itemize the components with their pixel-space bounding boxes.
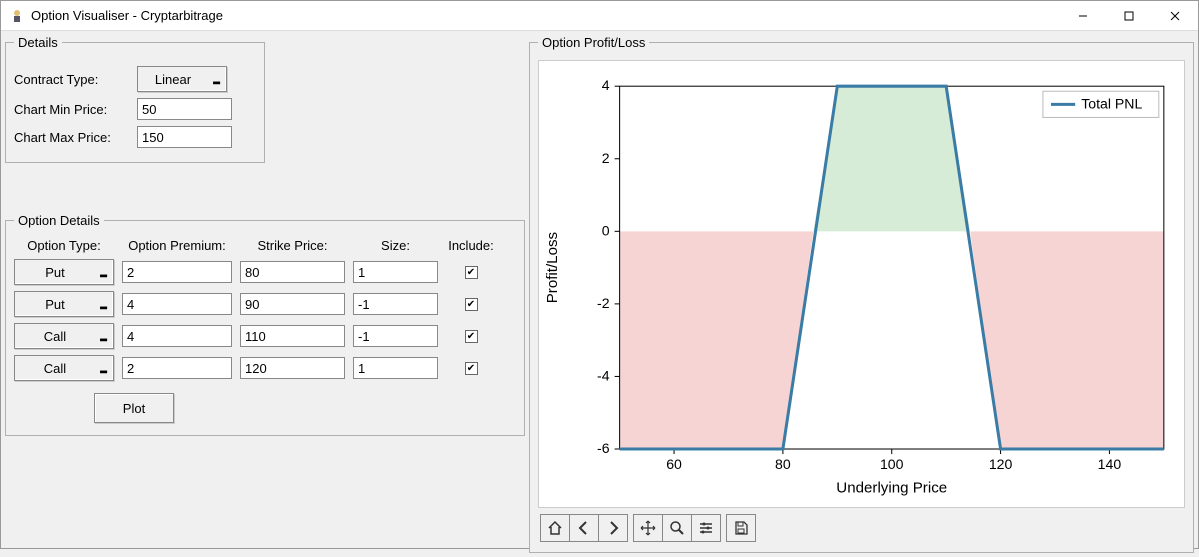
option-row: Call ▂ ✔ <box>14 323 516 349</box>
strike-input[interactable] <box>240 325 345 347</box>
chart-max-label: Chart Max Price: <box>14 130 129 145</box>
back-button[interactable] <box>569 514 599 542</box>
zoom-button[interactable] <box>662 514 692 542</box>
y-tick-label: -6 <box>597 440 610 456</box>
chevron-down-icon: ▂ <box>100 267 107 278</box>
profit-loss-group: Option Profit/Loss -6 -4 -2 0 2 4 60 80 100 120 14… <box>529 35 1194 553</box>
chart-min-input[interactable] <box>137 98 232 120</box>
titlebar: Option Visualiser - Cryptarbitrage <box>1 1 1198 31</box>
profit-loss-legend: Option Profit/Loss <box>538 35 649 50</box>
header-type: Option Type: <box>14 238 114 253</box>
option-type-dropdown[interactable]: Call ▂ <box>14 323 114 349</box>
maximize-button[interactable] <box>1106 1 1152 31</box>
chart-max-input[interactable] <box>137 126 232 148</box>
right-column: Option Profit/Loss -6 -4 -2 0 2 4 60 80 100 120 14… <box>529 35 1194 553</box>
chart-min-label: Chart Min Price: <box>14 102 129 117</box>
home-button[interactable] <box>540 514 570 542</box>
include-checkbox[interactable]: ✔ <box>465 298 478 311</box>
contract-type-dropdown[interactable]: Linear ▂ <box>137 66 227 92</box>
window-controls <box>1060 1 1198 31</box>
save-button[interactable] <box>726 514 756 542</box>
strike-input[interactable] <box>240 261 345 283</box>
y-tick-label: -2 <box>597 295 610 311</box>
plot-button-label: Plot <box>123 401 145 416</box>
chevron-down-icon: ▂ <box>100 299 107 310</box>
premium-input[interactable] <box>122 261 232 283</box>
strike-input[interactable] <box>240 357 345 379</box>
configure-button[interactable] <box>691 514 721 542</box>
option-type-value: Put <box>45 265 65 280</box>
chevron-down-icon: ▂ <box>213 74 220 85</box>
plot-button[interactable]: Plot <box>94 393 174 423</box>
close-button[interactable] <box>1152 1 1198 31</box>
y-tick-label: -4 <box>597 367 610 383</box>
details-legend: Details <box>14 35 62 50</box>
x-tick-label: 140 <box>1098 456 1122 472</box>
x-axis-label: Underlying Price <box>836 479 947 496</box>
left-column: Details Contract Type: Linear ▂ Chart Mi… <box>5 35 525 553</box>
option-type-value: Call <box>44 361 66 376</box>
size-input[interactable] <box>353 325 438 347</box>
option-details-legend: Option Details <box>14 213 104 228</box>
pan-button[interactable] <box>633 514 663 542</box>
include-checkbox[interactable]: ✔ <box>465 330 478 343</box>
contract-type-value: Linear <box>155 72 191 87</box>
header-premium: Option Premium: <box>122 238 232 253</box>
y-tick-label: 4 <box>602 77 610 93</box>
contract-type-label: Contract Type: <box>14 72 129 87</box>
y-axis-label: Profit/Loss <box>544 231 561 303</box>
window-title: Option Visualiser - Cryptarbitrage <box>31 8 1060 23</box>
option-row: Put ▂ ✔ <box>14 291 516 317</box>
header-include: Include: <box>446 238 496 253</box>
premium-input[interactable] <box>122 293 232 315</box>
chevron-down-icon: ▂ <box>100 331 107 342</box>
chart-svg: -6 -4 -2 0 2 4 60 80 100 120 140 Underlying Price Pr… <box>539 61 1184 504</box>
app-window: Option Visualiser - Cryptarbitrage Detai… <box>0 0 1199 549</box>
y-tick-label: 2 <box>602 150 610 166</box>
app-icon <box>9 8 25 24</box>
x-tick-label: 80 <box>775 456 791 472</box>
size-input[interactable] <box>353 357 438 379</box>
x-tick-label: 100 <box>880 456 904 472</box>
option-row: Put ▂ ✔ <box>14 259 516 285</box>
minimize-button[interactable] <box>1060 1 1106 31</box>
strike-input[interactable] <box>240 293 345 315</box>
y-tick-label: 0 <box>602 222 610 238</box>
option-type-value: Call <box>44 329 66 344</box>
x-tick-label: 120 <box>989 456 1013 472</box>
include-checkbox[interactable]: ✔ <box>465 362 478 375</box>
size-input[interactable] <box>353 261 438 283</box>
option-details-group: Option Details Option Type: Option Premi… <box>5 213 525 436</box>
option-type-dropdown[interactable]: Put ▂ <box>14 259 114 285</box>
premium-input[interactable] <box>122 325 232 347</box>
forward-button[interactable] <box>598 514 628 542</box>
size-input[interactable] <box>353 293 438 315</box>
legend-label: Total PNL <box>1081 95 1142 111</box>
include-checkbox[interactable]: ✔ <box>465 266 478 279</box>
matplotlib-toolbar <box>538 512 1185 544</box>
content: Details Contract Type: Linear ▂ Chart Mi… <box>1 31 1198 557</box>
option-type-dropdown[interactable]: Put ▂ <box>14 291 114 317</box>
header-size: Size: <box>353 238 438 253</box>
premium-input[interactable] <box>122 357 232 379</box>
option-row: Call ▂ ✔ <box>14 355 516 381</box>
option-details-header: Option Type: Option Premium: Strike Pric… <box>14 238 516 253</box>
option-type-dropdown[interactable]: Call ▂ <box>14 355 114 381</box>
option-type-value: Put <box>45 297 65 312</box>
chart-area: -6 -4 -2 0 2 4 60 80 100 120 140 Underlying Price Pr… <box>538 60 1185 508</box>
x-tick-label: 60 <box>666 456 682 472</box>
header-strike: Strike Price: <box>240 238 345 253</box>
details-group: Details Contract Type: Linear ▂ Chart Mi… <box>5 35 265 163</box>
chevron-down-icon: ▂ <box>100 363 107 374</box>
